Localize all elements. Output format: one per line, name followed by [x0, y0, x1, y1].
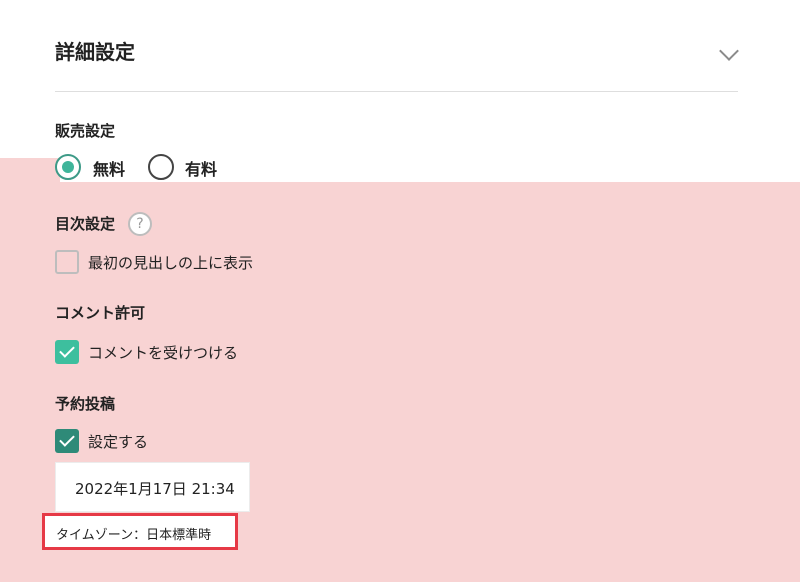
timezone-annotation: タイムゾーン：日本標準時 [42, 513, 238, 550]
timezone-text: タイムゾーン：日本標準時 [56, 528, 212, 543]
toc-checkbox-label[interactable]: 最初の見出しの上に表示 [88, 252, 253, 273]
datetime-field[interactable]: 2022年1月17日 21:34 [55, 462, 250, 512]
radio-free[interactable] [55, 154, 81, 180]
comment-checkbox[interactable] [55, 340, 79, 364]
chevron-down-icon[interactable] [719, 41, 739, 61]
advanced-settings-header[interactable]: 詳細設定 [55, 36, 739, 92]
radio-free-label[interactable]: 無料 [93, 156, 125, 180]
radio-paid[interactable] [148, 154, 174, 180]
datetime-value: 2022年1月17日 21:34 [75, 480, 235, 498]
schedule-settings-label: 予約投稿 [55, 395, 116, 413]
section-title: 詳細設定 [55, 40, 135, 64]
help-icon[interactable]: ? [128, 212, 152, 236]
highlight-background-edge [0, 158, 60, 188]
comment-checkbox-label[interactable]: コメントを受けつける [88, 342, 238, 363]
toc-checkbox[interactable] [55, 250, 79, 274]
schedule-checkbox-label[interactable]: 設定する [88, 431, 148, 452]
sales-settings-label: 販売設定 [55, 122, 116, 140]
toc-settings-label: 目次設定 [55, 215, 116, 233]
comment-settings-label: コメント許可 [55, 304, 146, 322]
schedule-checkbox[interactable] [55, 429, 79, 453]
radio-paid-label[interactable]: 有料 [185, 156, 217, 180]
checkmark-icon [59, 342, 75, 358]
checkmark-icon [59, 431, 75, 447]
